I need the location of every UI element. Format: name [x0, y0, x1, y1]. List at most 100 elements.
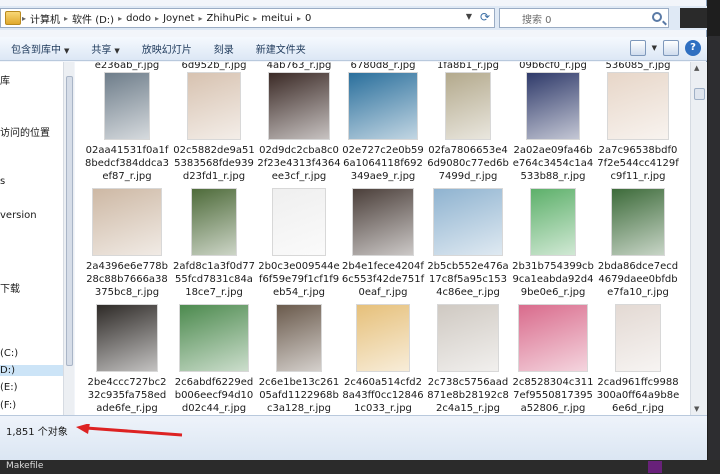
file-item[interactable]: 2c8528304c3117ef9550817395a52806_r.jpg: [511, 302, 595, 415]
breadcrumb-joynet[interactable]: Joynet: [160, 13, 197, 24]
file-item[interactable]: 2c460a514cfd28a43ff0cc128461c033_r.jpg: [341, 302, 425, 415]
file-item[interactable]: 2a4396e6e778b28c88b7666a38375bc8_r.jpg: [85, 186, 169, 306]
burn-label: 刻录: [213, 45, 234, 56]
new-folder-label: 新建文件夹: [255, 45, 306, 56]
thumbnail-image: [352, 188, 414, 256]
breadcrumb-dodo[interactable]: dodo: [123, 13, 154, 24]
file-name: 2c6e1be13c26105afd1122968bc3a128_r.jpg: [258, 377, 340, 414]
thumbnail-image: [187, 72, 241, 140]
file-item[interactable]: 2afd8c1a3f0d7755fcd7831c84a18ce7_r.jpg: [172, 186, 256, 306]
nav-item[interactable]: 库: [0, 72, 10, 87]
background-window-edge: [708, 36, 720, 460]
thumbnail-image: [356, 304, 410, 372]
file-item[interactable]: 02e727c2e0b596a1064118f692349ae9_r.jpg: [341, 70, 425, 190]
file-name: 2c8528304c3117ef9550817395a52806_r.jpg: [512, 377, 594, 414]
preview-pane-icon[interactable]: [663, 40, 679, 56]
thumbnail-image: [276, 304, 322, 372]
nav-scrollbar-thumb[interactable]: [66, 76, 73, 366]
address-bar[interactable]: ▸ 计算机 ▸ 软件 (D:) ▸ dodo ▸ Joynet ▸ ZhihuP…: [0, 8, 495, 28]
nav-item[interactable]: version: [0, 210, 37, 221]
file-name: 2afd8c1a3f0d7755fcd7831c84a18ce7_r.jpg: [172, 261, 256, 298]
chevron-down-icon[interactable]: ▼: [466, 12, 472, 21]
file-name: 2c6abdf6229edb006eecf94d10d02c44_r.jpg: [174, 377, 254, 414]
share-label: 共享: [91, 45, 112, 56]
search-placeholder: 搜索 0: [522, 14, 552, 26]
nav-item-drive-e[interactable]: (E:): [0, 382, 18, 393]
file-item[interactable]: 2a02ae09fa46be764c3454c1a4533b88_r.jpg: [511, 70, 595, 190]
help-icon[interactable]: ?: [685, 40, 701, 56]
share-button[interactable]: 共享 ▼: [80, 41, 130, 56]
thumbnail-image: [348, 72, 418, 140]
burn-button[interactable]: 刻录: [203, 41, 245, 56]
annotation-arrow-icon: [76, 424, 183, 437]
nav-item-drive-c[interactable]: (C:): [0, 348, 18, 359]
navigation-pane: 库 访问的位置 s version 下载 (C:) D:) (E:) (F:): [0, 62, 63, 415]
nav-item-drive-d[interactable]: D:): [0, 365, 63, 376]
thumbnail-image: [96, 304, 158, 372]
scroll-up-icon[interactable]: ▲: [694, 64, 699, 72]
nav-scrollbar[interactable]: [63, 62, 74, 415]
breadcrumb-computer[interactable]: 计算机: [27, 11, 63, 26]
nav-item-drive-f[interactable]: (F:): [0, 400, 16, 411]
file-list: e236ab_r.jpg 6d952b_r.jpg 4ab763_r.jpg 6…: [75, 62, 690, 415]
file-name: 02aa41531f0a1f8bedcf384ddca3ef87_r.jpg: [85, 145, 169, 182]
file-name: 02fa7806653e46d9080c77ed6b7499d_r.jpg: [427, 145, 509, 182]
folder-icon: [5, 11, 21, 25]
search-input[interactable]: 搜索 0: [499, 8, 669, 28]
file-item[interactable]: 02aa41531f0a1f8bedcf384ddca3ef87_r.jpg: [85, 70, 169, 190]
breadcrumb-zhihupic[interactable]: ZhihuPic: [203, 13, 252, 24]
scroll-down-icon[interactable]: ▼: [694, 405, 699, 413]
new-folder-button[interactable]: 新建文件夹: [245, 41, 317, 56]
background-strip: Makefile: [0, 460, 720, 474]
file-name: 2c460a514cfd28a43ff0cc128461c033_r.jpg: [342, 377, 424, 414]
breadcrumb-drive-d[interactable]: 软件 (D:): [69, 11, 117, 26]
breadcrumb-meitui[interactable]: meitui: [258, 13, 296, 24]
nav-item[interactable]: 下载: [0, 280, 20, 295]
search-icon: [652, 12, 662, 22]
thumbnail-image: [92, 188, 162, 256]
file-name: 02d9dc2cba8c02f23e4313f4364ee3cf_r.jpg: [257, 145, 341, 182]
file-item[interactable]: 02fa7806653e46d9080c77ed6b7499d_r.jpg: [426, 70, 510, 190]
nav-item[interactable]: s: [0, 176, 5, 187]
chevron-down-icon[interactable]: ▼: [652, 44, 657, 52]
change-view-icon[interactable]: [629, 40, 646, 56]
thumbnail-image: [433, 188, 503, 256]
file-item[interactable]: 2c6e1be13c26105afd1122968bc3a128_r.jpg: [257, 302, 341, 415]
nav-item[interactable]: 访问的位置: [0, 124, 50, 139]
file-item[interactable]: 2c6abdf6229edb006eecf94d10d02c44_r.jpg: [172, 302, 256, 415]
file-item[interactable]: 2b4e1fece4204f6c553f42de751f0eaf_r.jpg: [341, 186, 425, 306]
file-name: 2b31b754399cb9ca1eabda92d49be0e6_r.jpg: [512, 261, 594, 298]
file-item[interactable]: 2be4ccc727bc232c935fa758edade6fe_r.jpg: [85, 302, 169, 415]
file-name: 2a02ae09fa46be764c3454c1a4533b88_r.jpg: [512, 145, 594, 182]
thumbnail-image: [437, 304, 499, 372]
file-item[interactable]: 2bda86dce7ecd4679daee0bfdbe7fa10_r.jpg: [596, 186, 680, 306]
address-bar-row: ▸ 计算机 ▸ 软件 (D:) ▸ dodo ▸ Joynet ▸ ZhihuP…: [0, 6, 707, 30]
file-item[interactable]: 2b5cb552e476a17c8f5a95c1534c86ee_r.jpg: [426, 186, 510, 306]
file-item[interactable]: 02d9dc2cba8c02f23e4313f4364ee3cf_r.jpg: [257, 70, 341, 190]
breadcrumb-0[interactable]: 0: [302, 13, 314, 24]
toolbar-right-group: ▼ ?: [629, 40, 701, 56]
item-count: 1,851 个对象: [6, 427, 68, 438]
include-in-library-button[interactable]: 包含到库中 ▼: [0, 41, 80, 56]
file-item[interactable]: 2b31b754399cb9ca1eabda92d49be0e6_r.jpg: [511, 186, 595, 306]
thumbnail-image: [615, 304, 661, 372]
window-edge-fragment: [680, 8, 707, 28]
file-item[interactable]: 2a7c96538bdf07f2e544cc4129fc9f11_r.jpg: [596, 70, 680, 190]
file-name: 2a7c96538bdf07f2e544cc4129fc9f11_r.jpg: [597, 145, 679, 182]
thumbnail-image: [607, 72, 669, 140]
file-item[interactable]: 2cad961ffc9988300a0ff64a9b8e6e6d_r.jpg: [596, 302, 680, 415]
command-bar: 包含到库中 ▼ 共享 ▼ 放映幻灯片 刻录 新建文件夹 ▼ ?: [0, 37, 707, 61]
content-scrollbar[interactable]: ▲ ▼: [690, 62, 707, 415]
content-scrollbar-thumb[interactable]: [694, 88, 705, 100]
file-name: 2b4e1fece4204f6c553f42de751f0eaf_r.jpg: [341, 261, 425, 298]
status-bar: 1,851 个对象: [0, 415, 707, 460]
refresh-icon[interactable]: ⟳: [480, 10, 490, 24]
file-item[interactable]: 02c5882de9a515383568fde939d23fd1_r.jpg: [172, 70, 256, 190]
chevron-down-icon: ▼: [64, 47, 70, 55]
slideshow-button[interactable]: 放映幻灯片: [131, 41, 203, 56]
file-item[interactable]: 2b0c3e009544ef6f59e79f1cf1f9eb54_r.jpg: [257, 186, 341, 306]
slideshow-label: 放映幻灯片: [141, 45, 192, 56]
file-item[interactable]: 2c738c5756aad871e8b28192c82c4a15_r.jpg: [426, 302, 510, 415]
include-in-library-label: 包含到库中: [11, 45, 61, 56]
thumbnail-image: [191, 188, 237, 256]
